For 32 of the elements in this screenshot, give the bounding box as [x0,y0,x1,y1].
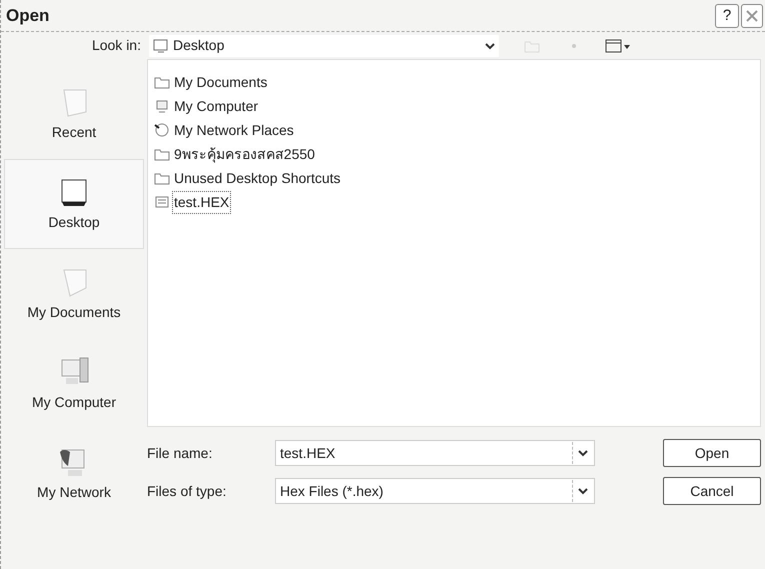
look-in-value: Desktop [173,36,224,55]
text-file-icon [154,194,170,210]
file-name-label: File name: [147,444,214,462]
file-item[interactable]: Unused Desktop Shortcuts [172,166,343,190]
chevron-down-icon [578,487,588,495]
places-item[interactable]: My Computer [4,339,144,429]
look-in-dropdown[interactable]: Desktop [149,34,499,56]
places-item[interactable]: My Documents [4,249,144,339]
look-in-label: Look in: [90,36,142,55]
places-item[interactable]: Recent [4,69,144,159]
file-item[interactable]: 9พระคุ้มครองสคส2550 [172,142,317,166]
file-item[interactable]: My Network Places [172,118,296,142]
file-item[interactable]: My Documents [172,70,270,94]
chevron-down-icon [485,42,495,50]
close-button[interactable] [741,4,763,28]
window-title: Open [6,4,50,27]
desktop-icon [153,38,169,52]
open-button[interactable]: Open [663,439,761,467]
file-name-field[interactable]: test.HEX [275,440,595,466]
computer-icon [154,98,170,114]
file-type-field[interactable]: Hex Files (*.hex) [275,478,595,504]
places-item[interactable]: Desktop [4,159,144,249]
cancel-button[interactable]: Cancel [663,477,761,505]
globe-icon [154,122,170,138]
help-button[interactable]: ? [715,4,739,28]
places-item[interactable]: My Network [4,429,144,519]
file-type-label: Files of type: [147,482,228,501]
view-menu-icon [605,38,631,54]
close-icon [745,8,759,22]
chevron-down-icon [578,449,588,457]
file-item[interactable]: My Computer [172,94,260,118]
file-item[interactable]: test.HEX [172,190,232,214]
